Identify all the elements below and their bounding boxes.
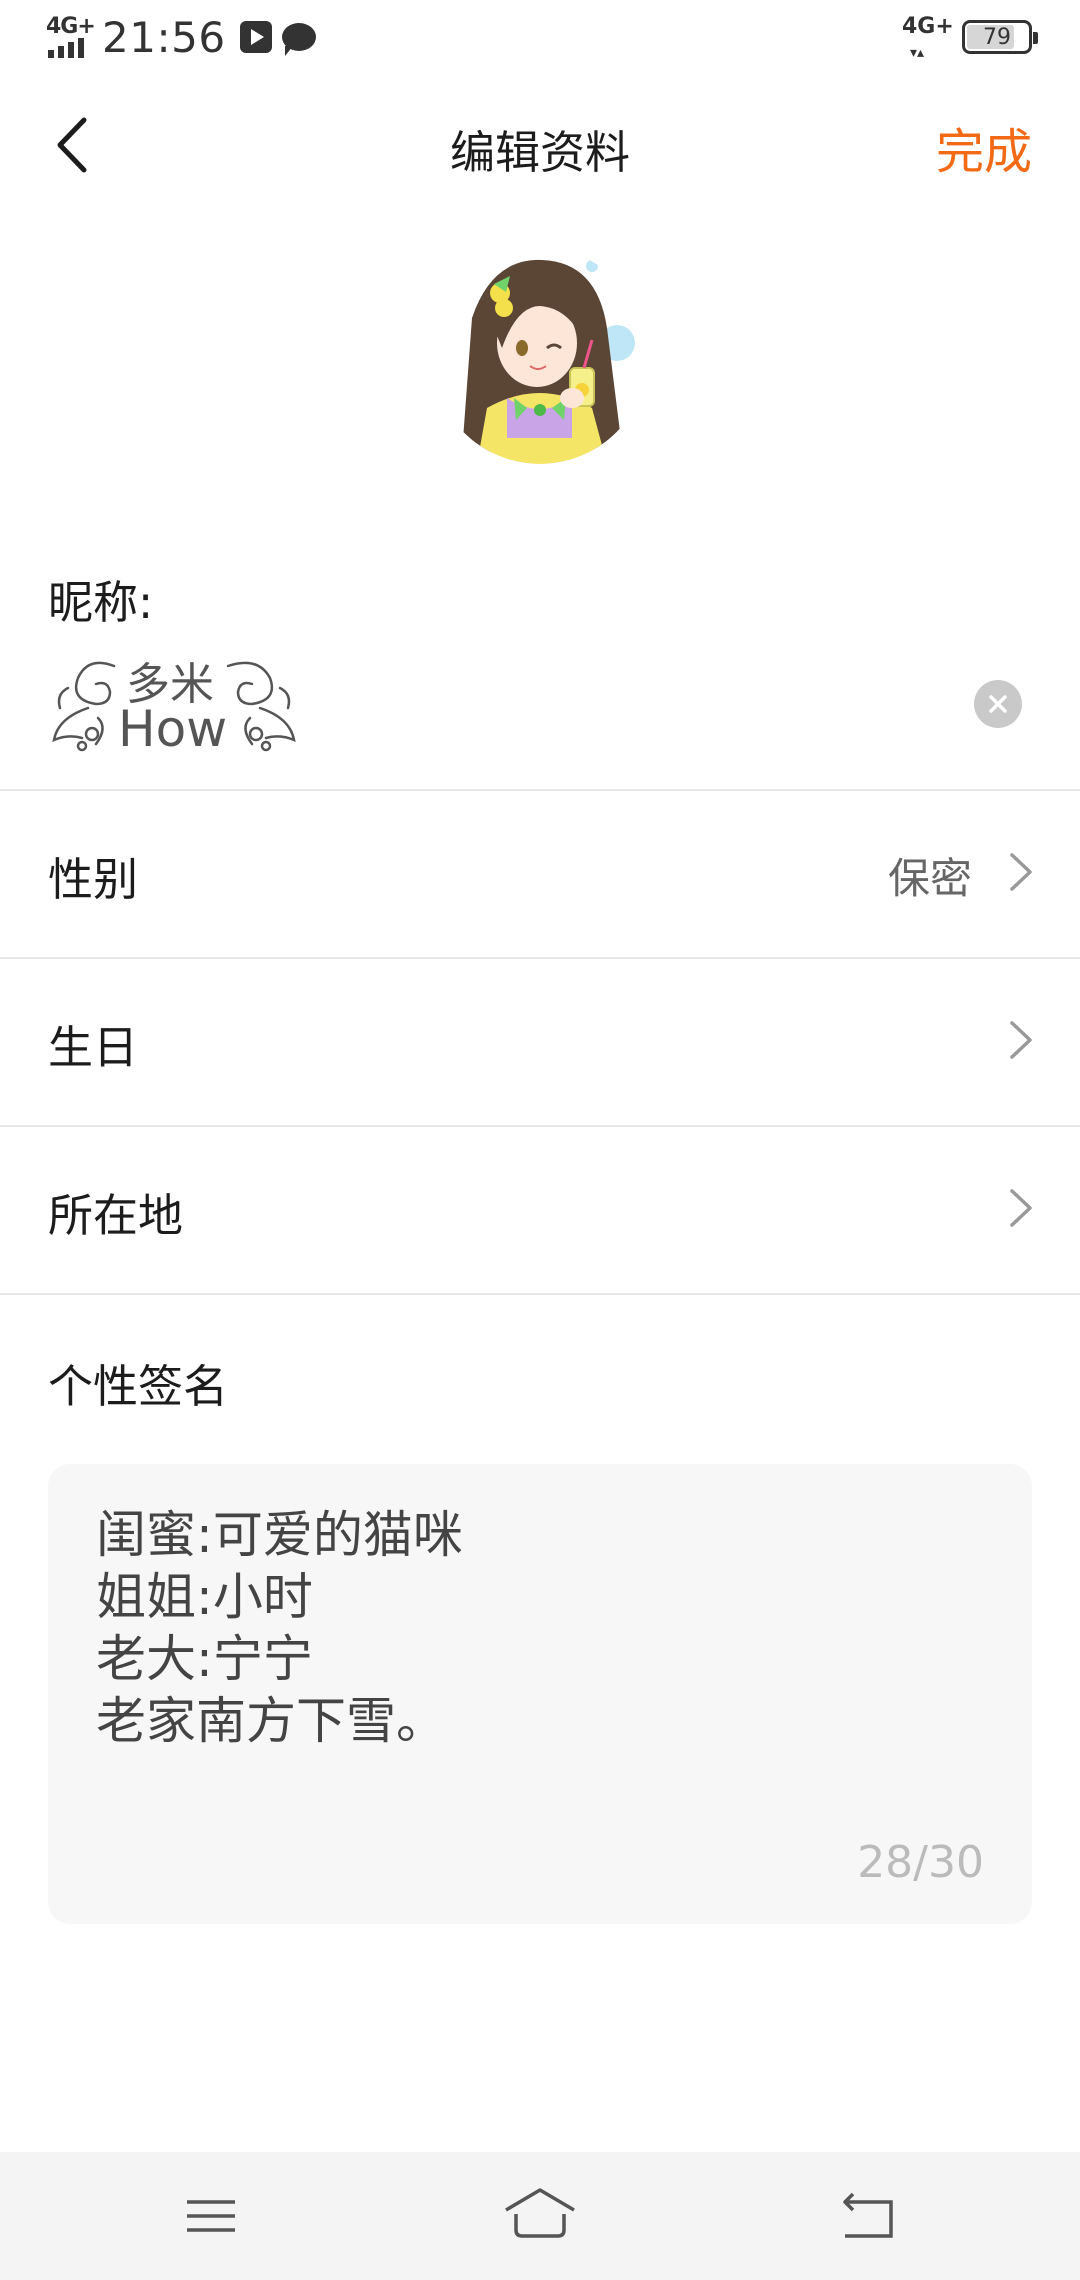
avatar-image — [432, 248, 648, 464]
gender-row[interactable]: 性别 保密 — [0, 791, 1080, 957]
signature-line: 老家南方下雪。 — [96, 1692, 446, 1750]
system-navigation-bar — [0, 2152, 1080, 2280]
battery-level: 79 — [983, 24, 1011, 50]
nickname-label: 昵称: — [48, 576, 154, 629]
location-label: 所在地 — [48, 1189, 184, 1242]
signature-textarea[interactable]: 闺蜜:可爱的猫咪 姐姐:小时 老大:宁宁 老家南方下雪。 28/30 — [48, 1464, 1032, 1924]
chevron-right-icon — [1010, 1189, 1032, 1227]
status-bar-left: 4G+ 21:56 — [46, 12, 316, 62]
nickname-text-line2: How — [118, 700, 228, 758]
signature-line: 姐姐:小时 — [96, 1568, 313, 1626]
home-icon — [505, 2188, 575, 2238]
network-type: 4G+ — [46, 14, 96, 39]
cellular-signal-icon: 4G+ — [46, 14, 96, 60]
done-button[interactable]: 完成 — [936, 112, 1032, 182]
birthday-label: 生日 — [48, 1021, 139, 1074]
edit-profile-page: 4G+ 21:56 4G+ ▾▴ 79 编辑资料 完成 昵称: 多米 How 性… — [0, 0, 1080, 2280]
signature-label: 个性签名 — [48, 1360, 229, 1413]
signature-line: 老大:宁宁 — [96, 1630, 313, 1688]
divider — [0, 1293, 1080, 1295]
clear-nickname-button[interactable] — [974, 680, 1022, 728]
menu-button[interactable] — [171, 2184, 251, 2248]
mobile-data-icon: 4G+ ▾▴ — [902, 14, 954, 61]
chat-notification-icon — [281, 23, 316, 56]
home-button[interactable] — [500, 2184, 580, 2248]
gender-label: 性别 — [48, 853, 139, 906]
status-bar-right: 4G+ ▾▴ 79 — [902, 14, 1038, 61]
nickname-input[interactable]: 多米 How — [48, 648, 308, 758]
signature-line: 闺蜜:可爱的猫咪 — [96, 1506, 463, 1564]
birthday-row[interactable]: 生日 — [0, 959, 1080, 1125]
video-app-icon — [239, 21, 272, 53]
menu-icon — [187, 2200, 235, 2232]
clear-icon — [989, 695, 1007, 713]
chevron-right-icon — [1010, 853, 1032, 891]
location-row[interactable]: 所在地 — [0, 1127, 1080, 1293]
status-bar: 4G+ 21:56 4G+ ▾▴ 79 — [0, 0, 1080, 72]
system-back-button[interactable] — [829, 2184, 909, 2248]
gender-value: 保密 — [887, 854, 972, 903]
page-title: 编辑资料 — [449, 126, 630, 179]
navigation-bar: 编辑资料 完成 — [0, 72, 1080, 222]
character-counter: 28/30 — [857, 1837, 984, 1888]
return-icon — [843, 2192, 893, 2238]
battery-icon: 79 — [962, 20, 1038, 54]
chevron-right-icon — [1010, 1021, 1032, 1059]
signature-text: 闺蜜:可爱的猫咪 姐姐:小时 老大:宁宁 老家南方下雪。 — [48, 1504, 463, 1752]
avatar[interactable] — [432, 248, 648, 464]
network-type-right: 4G+ — [902, 14, 954, 39]
status-time: 21:56 — [102, 12, 226, 62]
